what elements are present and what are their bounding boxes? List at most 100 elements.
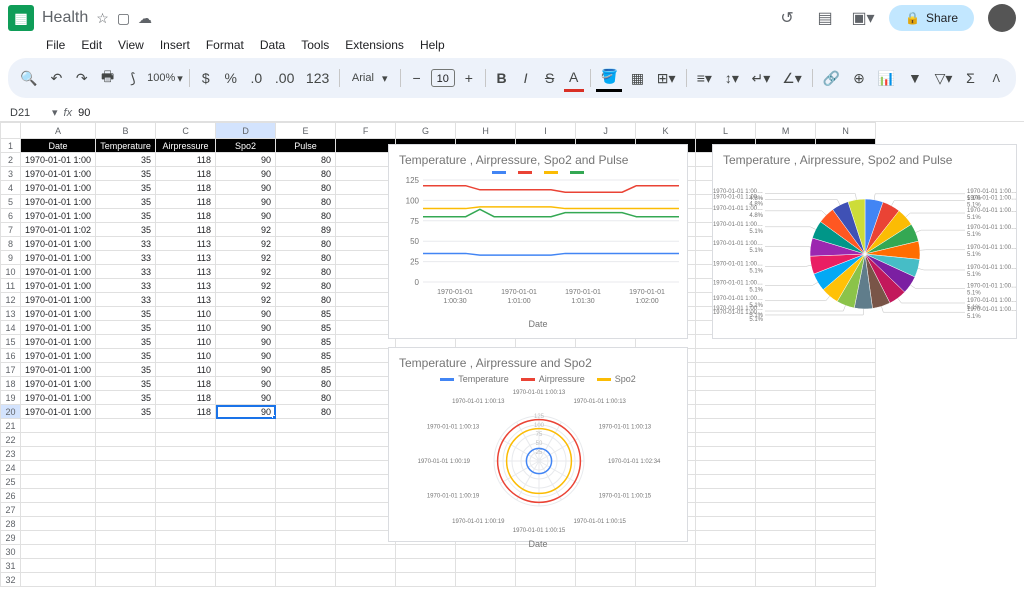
row-head-29[interactable]: 29 [1,531,21,545]
cell[interactable] [756,489,816,503]
row-head-3[interactable]: 3 [1,167,21,181]
cell[interactable] [336,405,396,419]
row-head-26[interactable]: 26 [1,489,21,503]
cell[interactable]: 85 [276,335,336,349]
cell[interactable] [96,489,156,503]
cell[interactable]: 118 [156,167,216,181]
cell[interactable] [156,419,216,433]
cell[interactable] [336,433,396,447]
cell[interactable] [816,377,876,391]
col-head-N[interactable]: N [816,123,876,139]
cell[interactable]: 1970-01-01 1:00 [21,195,96,209]
cell[interactable] [21,531,96,545]
col-head-K[interactable]: K [636,123,696,139]
cell[interactable]: 80 [276,153,336,167]
menu-insert[interactable]: Insert [154,36,196,54]
cell[interactable]: 118 [156,405,216,419]
cell[interactable] [216,475,276,489]
cell[interactable] [276,461,336,475]
cell[interactable]: 110 [156,321,216,335]
cell[interactable] [21,419,96,433]
cell[interactable] [96,419,156,433]
cell[interactable]: 92 [216,237,276,251]
cell[interactable] [156,503,216,517]
cell[interactable]: 90 [216,363,276,377]
cell[interactable] [816,503,876,517]
cell[interactable] [816,447,876,461]
filter-views-icon[interactable]: ▽▾ [930,66,956,91]
zoom-select[interactable]: 100% ▾ [147,70,183,87]
cell[interactable] [336,391,396,405]
cell[interactable]: 80 [276,181,336,195]
cell[interactable] [756,545,816,559]
cell[interactable]: 1970-01-01 1:00 [21,209,96,223]
cell[interactable]: 90 [216,195,276,209]
menu-tools[interactable]: Tools [295,36,335,54]
cell[interactable] [96,503,156,517]
cell[interactable] [336,349,396,363]
cell[interactable]: 90 [216,167,276,181]
cell[interactable] [216,419,276,433]
cell[interactable] [636,573,696,587]
cell[interactable]: 85 [276,321,336,335]
cell[interactable] [696,377,756,391]
cell[interactable]: 92 [216,265,276,279]
cell[interactable] [216,503,276,517]
cell[interactable]: 90 [216,181,276,195]
cell[interactable] [756,573,816,587]
cell[interactable]: 1970-01-01 1:00 [21,307,96,321]
cell[interactable]: 80 [276,251,336,265]
row-head-7[interactable]: 7 [1,223,21,237]
cell[interactable]: 90 [216,153,276,167]
row-head-1[interactable]: 1 [1,139,21,153]
valign-icon[interactable]: ↕▾ [720,66,743,91]
cell[interactable] [336,293,396,307]
cell[interactable] [21,489,96,503]
col-head-D[interactable]: D [216,123,276,139]
format-currency[interactable]: $ [196,66,216,90]
cell[interactable]: 35 [96,167,156,181]
print-icon[interactable]: 🖶 [96,62,118,94]
cell[interactable]: 35 [96,391,156,405]
namebox-dropdown-icon[interactable]: ▾ [52,106,58,119]
cell[interactable] [756,517,816,531]
font-select[interactable]: Arial ▾ [346,70,394,87]
cell[interactable] [156,433,216,447]
insert-chart-icon[interactable]: 📊 [874,66,900,91]
cell[interactable] [216,433,276,447]
cell[interactable] [816,545,876,559]
cell[interactable] [516,573,576,587]
cell[interactable] [21,545,96,559]
cell[interactable] [816,419,876,433]
cell[interactable] [696,419,756,433]
row-head-30[interactable]: 30 [1,545,21,559]
cell[interactable]: 1970-01-01 1:00 [21,377,96,391]
rotate-icon[interactable]: ∠▾ [778,66,805,91]
cell[interactable]: 35 [96,321,156,335]
cell[interactable] [756,433,816,447]
format-increase-decimal[interactable]: .00 [271,66,298,90]
meet-icon[interactable]: ▣▾ [851,6,875,30]
cell[interactable]: 92 [216,223,276,237]
cell[interactable] [336,545,396,559]
cell[interactable] [696,545,756,559]
cell[interactable]: 1970-01-01 1:00 [21,349,96,363]
row-head-20[interactable]: 20 [1,405,21,419]
cell[interactable] [756,391,816,405]
cell[interactable] [696,461,756,475]
undo-icon[interactable]: ↶ [46,66,67,91]
cell[interactable] [336,195,396,209]
cell[interactable]: 90 [216,349,276,363]
cell[interactable] [21,559,96,573]
cell[interactable] [816,461,876,475]
cell[interactable] [156,559,216,573]
comment-icon[interactable]: ▤ [813,6,837,30]
col-head-F[interactable]: F [336,123,396,139]
cell[interactable]: 35 [96,349,156,363]
move-icon[interactable]: ▢ [117,10,130,27]
row-head-8[interactable]: 8 [1,237,21,251]
cell[interactable] [336,573,396,587]
cell[interactable] [216,545,276,559]
cell[interactable] [96,433,156,447]
cell[interactable] [276,531,336,545]
